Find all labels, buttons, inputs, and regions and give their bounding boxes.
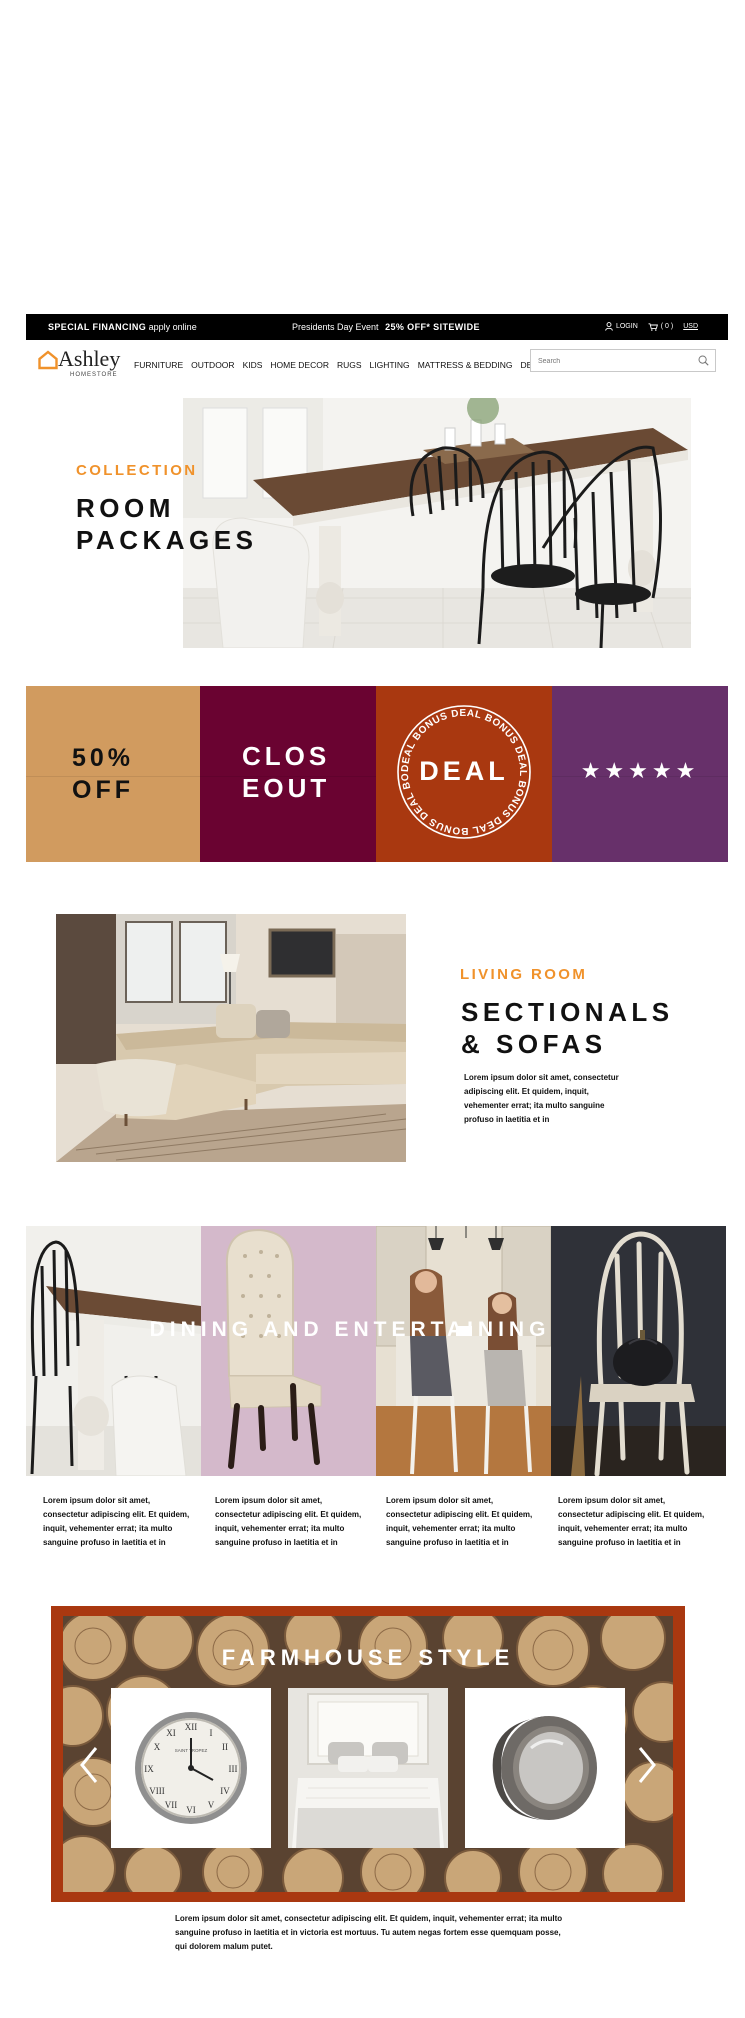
cart-count: ( 0 ) [660, 323, 674, 330]
promo-bar: SPECIAL FINANCING apply online President… [26, 314, 728, 340]
login-link[interactable]: LOGIN [605, 322, 638, 331]
main-navigation: Ashley HOMESTORE FURNITURE OUTDOOR KIDS … [26, 340, 728, 382]
sectionals-title-line1: SECTIONALS [461, 997, 674, 1027]
svg-text:XII: XII [185, 1722, 198, 1732]
svg-text:XI: XI [166, 1728, 176, 1738]
carousel-prev-arrow-icon[interactable] [74, 1744, 104, 1786]
five-stars-icon: ★★★★★ [580, 758, 700, 783]
sectionals-title-line2: & SOFAS [461, 1029, 607, 1059]
menu-item-home-decor[interactable]: HOME DECOR [270, 360, 329, 370]
dining-description-2: Lorem ipsum dolor sit amet, consectetur … [215, 1496, 362, 1547]
hero-kicker: COLLECTION [76, 462, 198, 479]
presidents-day-event[interactable]: Presidents Day Event 25% OFF* SITEWIDE [292, 322, 480, 332]
menu-item-lighting[interactable]: LIGHTING [370, 360, 410, 370]
product-card-bed[interactable] [288, 1688, 448, 1848]
dining-description-1: Lorem ipsum dolor sit amet, consectetur … [43, 1496, 190, 1547]
event-offer: 25% OFF* SITEWIDE [385, 322, 480, 332]
tile-closeout-line2: EOUT [242, 773, 331, 803]
living-room-kicker: LIVING ROOM [460, 966, 588, 983]
category-menu: FURNITURE OUTDOOR KIDS HOME DECOR RUGS L… [134, 360, 548, 370]
tile-50-off-line2: OFF [72, 776, 134, 804]
dining-photo-kitchen[interactable] [376, 1226, 551, 1476]
dining-entertaining-title[interactable]: DINING AND ENTERTAINING [0, 1318, 700, 1342]
svg-text:IX: IX [144, 1764, 154, 1774]
wall-clock-illustration: XIIVIIX III IIIIVV VIIVIIIXXI SAINT TROPE… [111, 1688, 271, 1848]
svg-text:X: X [154, 1742, 161, 1752]
menu-item-rugs[interactable]: RUGS [337, 360, 362, 370]
dining-photo-table[interactable] [26, 1226, 201, 1476]
tile-closeout-line1: CLOS [242, 741, 331, 771]
tile-deal-text: DEAL [419, 756, 509, 786]
cart-icon [648, 322, 658, 331]
product-card-wall-clock[interactable]: XII VI IX III I II IV V VII VIII X XI SAINT TROPE… [111, 1688, 271, 1848]
event-prefix: Presidents Day Event [292, 322, 379, 332]
financing-rest: apply online [148, 322, 197, 332]
cart-link[interactable]: ( 0 ) [648, 322, 674, 331]
login-label: LOGIN [615, 323, 638, 330]
account-links: LOGIN ( 0 ) USD [605, 322, 698, 331]
dining-photo-chair[interactable] [201, 1226, 376, 1476]
sectionals-sofas-title[interactable]: SECTIONALS & SOFAS [461, 996, 674, 1060]
farmhouse-description: Lorem ipsum dolor sit amet, consectetur … [175, 1914, 563, 1951]
table-chairs-illustration [26, 1226, 201, 1476]
tile-50-off[interactable]: 50% OFF [26, 686, 200, 862]
svg-text:I: I [210, 1728, 213, 1738]
ashley-logo[interactable]: Ashley HOMESTORE [38, 346, 121, 378]
dining-description-3: Lorem ipsum dolor sit amet, consectetur … [386, 1496, 533, 1547]
search-input[interactable] [531, 351, 691, 372]
round-mirror-illustration [465, 1688, 625, 1848]
menu-item-kids[interactable]: KIDS [243, 360, 263, 370]
dining-table-illustration [183, 398, 691, 648]
menu-item-furniture[interactable]: FURNITURE [134, 360, 183, 370]
white-bed-illustration [288, 1688, 448, 1848]
svg-text:IV: IV [220, 1786, 230, 1796]
svg-text:III: III [229, 1764, 238, 1774]
currency-selector[interactable]: USD [683, 323, 698, 330]
svg-text:II: II [222, 1742, 228, 1752]
dining-room-hero-photo [183, 398, 691, 648]
living-room-description: Lorem ipsum dolor sit amet, consectetur … [464, 1073, 619, 1124]
dining-description-4: Lorem ipsum dolor sit amet, consectetur … [558, 1496, 705, 1547]
sectional-sofa-photo [56, 914, 406, 1162]
dining-photo-rustic-chair[interactable] [551, 1226, 726, 1476]
dining-entertaining-strip [26, 1226, 726, 1476]
user-icon [605, 322, 613, 331]
menu-item-mattress-bedding[interactable]: MATTRESS & BEDDING [418, 360, 513, 370]
sectional-illustration [56, 914, 406, 1162]
house-logo-icon [38, 350, 58, 370]
tile-five-stars[interactable]: ★★★★★ [552, 686, 728, 862]
rustic-chair-pumpkin-illustration [551, 1226, 726, 1476]
logo-subtitle: HOMESTORE [70, 372, 118, 378]
tile-closeout[interactable]: CLOS EOUT [200, 686, 376, 862]
tile-50-off-text: 50% OFF [72, 742, 134, 806]
menu-item-outdoor[interactable]: OUTDOOR [191, 360, 234, 370]
svg-text:V: V [208, 1800, 215, 1810]
financing-bold: SPECIAL FINANCING [48, 322, 147, 332]
search-icon[interactable] [698, 355, 709, 366]
farmhouse-style-title[interactable]: FARMHOUSE STYLE [51, 1645, 685, 1671]
kitchen-friends-illustration [376, 1226, 551, 1476]
svg-text:VI: VI [186, 1805, 196, 1815]
tufted-chair-illustration [201, 1226, 376, 1476]
special-financing-link[interactable]: SPECIAL FINANCING apply online [48, 322, 197, 332]
product-card-round-mirror[interactable] [465, 1688, 625, 1848]
search-box [530, 349, 716, 372]
svg-text:VII: VII [165, 1800, 178, 1810]
hero-title[interactable]: ROOM PACKAGES [76, 492, 257, 556]
logo-wordmark: Ashley [58, 346, 121, 371]
carousel-next-arrow-icon[interactable] [632, 1744, 662, 1786]
tile-closeout-text: CLOS EOUT [242, 740, 330, 804]
tile-deal-bonus[interactable]: DEAL BONUS DEAL BONUS DEAL BONUS DEAL BO… [376, 686, 552, 862]
deal-tiles: 50% OFF CLOS EOUT DEAL BONUS DEAL BONUS … [26, 686, 728, 862]
hero-title-line1: ROOM [76, 493, 175, 523]
svg-text:VIII: VIII [149, 1786, 165, 1796]
hero-title-line2: PACKAGES [76, 525, 258, 555]
tile-50-off-line1: 50% [72, 744, 135, 772]
